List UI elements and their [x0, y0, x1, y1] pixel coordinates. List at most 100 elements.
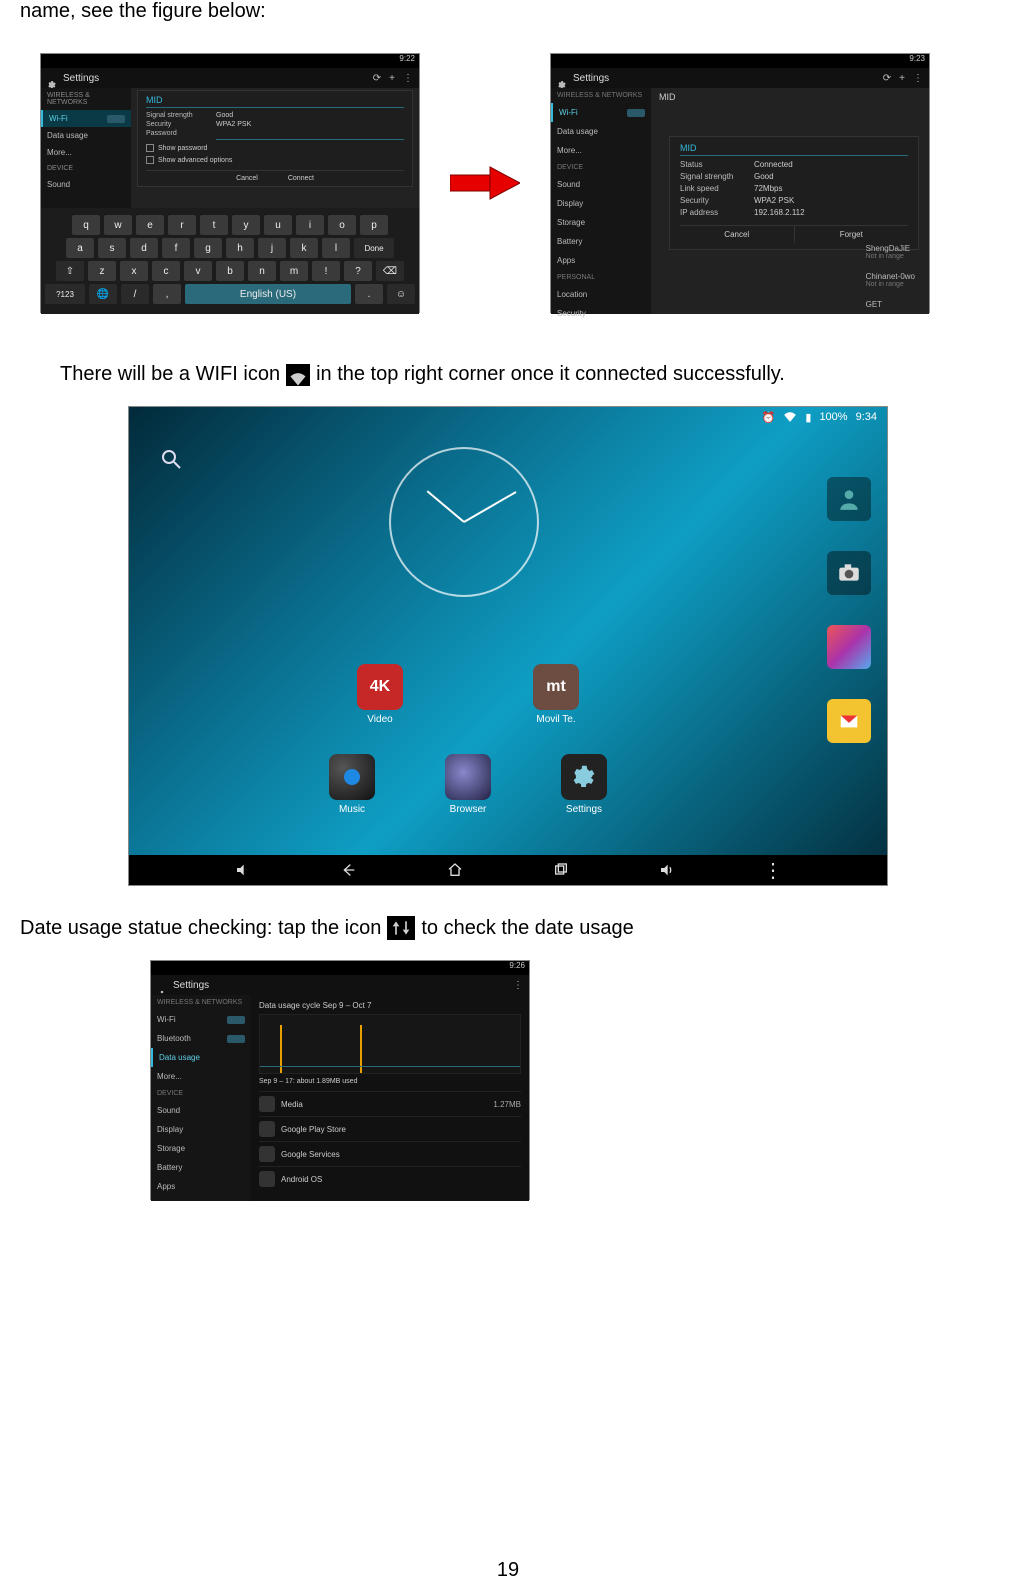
dock-icon-contacts[interactable] [827, 477, 871, 521]
bt-switch[interactable] [227, 1035, 245, 1043]
keyboard-key[interactable]: q [72, 215, 100, 235]
sidebar-item-bluetooth[interactable]: Bluetooth [151, 1029, 251, 1048]
keyboard-key[interactable]: j [258, 238, 286, 258]
keyboard-key[interactable]: ⌫ [376, 261, 404, 281]
app-video[interactable]: 4K Video [357, 664, 403, 725]
keyboard-key[interactable]: r [168, 215, 196, 235]
sidebar-item-data-usage[interactable]: Data usage [41, 127, 131, 144]
wifi-switch[interactable] [227, 1016, 245, 1024]
add-network-icon[interactable]: + [389, 73, 395, 84]
sidebar-item-storage[interactable]: Storage [151, 1139, 251, 1158]
keyboard-key[interactable]: l [322, 238, 350, 258]
search-icon[interactable] [159, 447, 183, 471]
dock-icon-gallery[interactable] [827, 625, 871, 669]
network-row[interactable]: MID [651, 88, 929, 106]
sidebar-item-more[interactable]: More... [151, 1067, 251, 1086]
keyboard-key[interactable]: a [66, 238, 94, 258]
sidebar-item-battery[interactable]: Battery [551, 232, 651, 251]
keyboard-key[interactable]: u [264, 215, 292, 235]
keyboard-key[interactable]: , [153, 284, 181, 304]
data-app-row[interactable]: Google Play Store [259, 1116, 521, 1141]
keyboard-key[interactable]: English (US) [185, 284, 351, 304]
keyboard-key[interactable]: z [88, 261, 116, 281]
overflow-menu-icon[interactable]: ⋮ [513, 980, 523, 991]
app-movil-te[interactable]: mt Movil Te. [533, 664, 579, 725]
app-browser[interactable]: Browser [445, 754, 491, 815]
nav-recent-icon[interactable] [553, 862, 569, 878]
sidebar-item-wifi[interactable]: Wi-Fi [551, 103, 651, 122]
keyboard-key[interactable]: s [98, 238, 126, 258]
keyboard-key[interactable]: y [232, 215, 260, 235]
sidebar-item-more[interactable]: More... [551, 141, 651, 160]
keyboard-key[interactable]: Done [354, 238, 394, 258]
sidebar-item-display[interactable]: Display [551, 194, 651, 213]
sidebar-item-data-usage[interactable]: Data usage [551, 122, 651, 141]
keyboard-key[interactable]: ☺ [387, 284, 415, 304]
sidebar-item-sound[interactable]: Sound [41, 176, 131, 193]
data-app-row[interactable]: Media1.27MB [259, 1091, 521, 1116]
show-password-checkbox[interactable]: Show password [146, 144, 404, 152]
keyboard-key[interactable]: i [296, 215, 324, 235]
keyboard-key[interactable]: p [360, 215, 388, 235]
cancel-button[interactable]: Cancel [680, 226, 794, 243]
overflow-menu-icon[interactable]: ⋮ [403, 73, 413, 84]
sidebar-item-data-usage[interactable]: Data usage [151, 1048, 251, 1067]
keyboard-key[interactable]: t [200, 215, 228, 235]
keyboard-key[interactable]: k [290, 238, 318, 258]
keyboard-key[interactable]: c [152, 261, 180, 281]
sidebar-item-wifi[interactable]: Wi-Fi [151, 1010, 251, 1029]
keyboard-key[interactable]: ? [344, 261, 372, 281]
wifi-switch[interactable] [107, 115, 125, 123]
overflow-menu-icon[interactable]: ⋮ [913, 73, 923, 84]
password-input[interactable] [216, 130, 404, 140]
sidebar-item-apps[interactable]: Apps [551, 251, 651, 270]
wifi-scan-icon[interactable]: ⟳ [373, 73, 381, 84]
network-item[interactable]: GET [858, 294, 923, 315]
add-network-icon[interactable]: + [899, 73, 905, 84]
keyboard-key[interactable]: v [184, 261, 212, 281]
sidebar-item-display[interactable]: Display [151, 1120, 251, 1139]
sidebar-item-sound[interactable]: Sound [551, 175, 651, 194]
nav-back-icon[interactable] [341, 862, 357, 878]
dock-icon-mail[interactable] [827, 699, 871, 743]
sidebar-item-storage[interactable]: Storage [551, 213, 651, 232]
keyboard-key[interactable]: ⇧ [56, 261, 84, 281]
nav-volume-icon[interactable] [235, 862, 251, 878]
sidebar-item-apps[interactable]: Apps [151, 1177, 251, 1196]
keyboard-key[interactable]: b [216, 261, 244, 281]
keyboard-key[interactable]: m [280, 261, 308, 281]
keyboard-key[interactable]: x [120, 261, 148, 281]
sidebar-item-security[interactable]: Security [551, 304, 651, 323]
app-music[interactable]: Music [329, 754, 375, 815]
soft-keyboard[interactable]: qwertyuiop asdfghjklDone ⇧zxcvbnm!?⌫ ?12… [41, 208, 419, 314]
keyboard-key[interactable]: d [130, 238, 158, 258]
keyboard-key[interactable]: e [136, 215, 164, 235]
keyboard-key[interactable]: / [121, 284, 149, 304]
nav-volume-up-icon[interactable] [659, 862, 675, 878]
network-item[interactable]: ShengDaJiENot in range [858, 238, 923, 266]
wifi-scan-icon[interactable]: ⟳ [883, 73, 891, 84]
data-app-row[interactable]: Google Services [259, 1141, 521, 1166]
keyboard-key[interactable]: n [248, 261, 276, 281]
keyboard-key[interactable]: h [226, 238, 254, 258]
sidebar-item-sound[interactable]: Sound [151, 1101, 251, 1120]
show-advanced-checkbox[interactable]: Show advanced options [146, 156, 404, 164]
sidebar-item-more[interactable]: More... [41, 144, 131, 161]
dock-icon-camera[interactable] [827, 551, 871, 595]
wifi-switch[interactable] [627, 109, 645, 117]
keyboard-key[interactable]: ! [312, 261, 340, 281]
app-settings[interactable]: Settings [561, 754, 607, 815]
keyboard-key[interactable]: ?123 [45, 284, 85, 304]
network-item[interactable]: Chinanet-0woNot in range [858, 266, 923, 294]
cancel-button[interactable]: Cancel [236, 175, 258, 182]
sidebar-item-battery[interactable]: Battery [151, 1158, 251, 1177]
nav-home-icon[interactable] [447, 862, 463, 878]
sidebar-item-location[interactable]: Location [551, 285, 651, 304]
nav-menu-icon[interactable]: ⋮ [765, 862, 781, 878]
keyboard-key[interactable]: . [355, 284, 383, 304]
sidebar-item-wifi[interactable]: Wi-Fi [41, 110, 131, 127]
clock-widget[interactable] [389, 447, 539, 597]
connect-button[interactable]: Connect [288, 175, 314, 182]
keyboard-key[interactable]: g [194, 238, 222, 258]
keyboard-key[interactable]: 🌐 [89, 284, 117, 304]
